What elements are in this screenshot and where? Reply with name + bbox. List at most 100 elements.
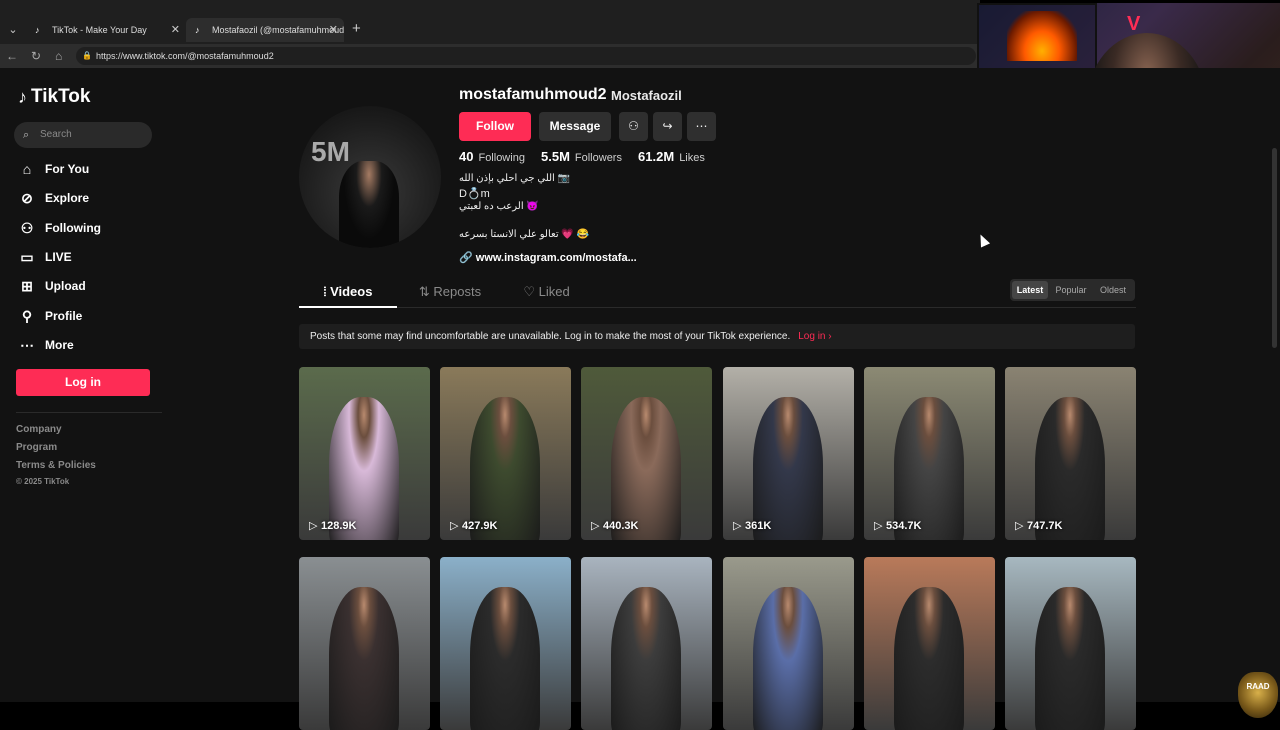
share-icon[interactable]: ↪ (653, 112, 682, 141)
view-count: 534.7K (886, 520, 922, 532)
home-icon[interactable]: ⌂ (55, 48, 62, 64)
thumbnail-figure (329, 397, 399, 540)
profile-nickname: Mostafaozil (611, 88, 682, 103)
sidebar-item-label: Profile (45, 309, 83, 323)
new-tab-plus-icon[interactable]: + (352, 20, 361, 37)
sidebar-item-for-you[interactable]: ⌂ For You (18, 157, 158, 181)
notice-login-label: Log in (798, 331, 826, 342)
bio-link-text: www.instagram.com/mostafa... (475, 252, 637, 264)
play-icon: ▷ (874, 520, 883, 532)
sidebar-item-profile[interactable]: ⚲ Profile (18, 304, 158, 328)
close-tab-icon[interactable]: ✕ (171, 18, 180, 42)
address-bar-row: ← ↻ ⌂ 🔒 https://www.tiktok.com/@mostafam… (0, 44, 980, 68)
person-icon: ⚲ (21, 308, 33, 324)
watermark-text: RAAD (1246, 682, 1270, 691)
footer-link-terms[interactable]: Terms & Policies (16, 460, 96, 471)
footer-link-company[interactable]: Company (16, 424, 62, 435)
avatar[interactable]: 5M (299, 106, 441, 248)
video-card[interactable] (1005, 557, 1136, 730)
tab-videos[interactable]: ⦙ Videos (299, 276, 397, 308)
bio-line: تعالو علي الانستا بسرعه 💗 😂 (459, 229, 590, 240)
raad-watermark-logo: RAAD (1238, 672, 1278, 718)
thumbnail-figure (894, 397, 964, 540)
profile-username: mostafamuhmoud2 (459, 86, 607, 103)
tab-label: Videos (330, 284, 373, 299)
login-button[interactable]: Log in (16, 369, 150, 396)
follow-button[interactable]: Follow (459, 112, 531, 141)
sidebar-item-following[interactable]: ⚇ Following (18, 216, 158, 240)
site-info-icon[interactable]: 🔒 (82, 47, 92, 65)
thumbnail-figure (611, 587, 681, 730)
followers-label[interactable]: Followers (575, 152, 622, 164)
play-icon: ▷ (733, 520, 742, 532)
browser-tab-bar: ⌄ ♪ TikTok - Make Your Day ✕ ♪ Mostafaoz… (0, 0, 980, 44)
repost-icon: ⇅ (418, 284, 434, 299)
tab-liked[interactable]: ♡ Liked (504, 276, 589, 308)
footer-link-program[interactable]: Program (16, 442, 57, 453)
tiktok-page: ♪ TikTok ⌕ Search ⌂ For You ⊘ Explore ⚇ Fol… (0, 68, 1280, 730)
thumbnail-figure (470, 587, 540, 730)
sidebar-item-upload[interactable]: ⊞ Upload (18, 274, 158, 298)
sidebar-item-label: For You (45, 162, 90, 176)
tiktok-logo[interactable]: ♪ TikTok (18, 86, 90, 108)
tab-list-chevron-icon[interactable]: ⌄ (4, 21, 22, 39)
thumbnail-figure (894, 587, 964, 730)
sidebar-item-more[interactable]: ⋯ More (18, 333, 158, 357)
avatar-figure (339, 161, 399, 248)
sort-popular[interactable]: Popular (1052, 281, 1090, 299)
search-input[interactable]: ⌕ Search (14, 122, 152, 148)
video-card[interactable]: ▷ 427.9K (440, 367, 571, 540)
tab-reposts[interactable]: ⇅ Reposts (404, 276, 496, 308)
sort-latest[interactable]: Latest (1012, 281, 1048, 299)
video-card[interactable] (440, 557, 571, 730)
sidebar-item-label: More (45, 338, 74, 352)
back-arrow-icon[interactable]: ← (6, 48, 18, 64)
video-card[interactable]: ▷ 747.7K (1005, 367, 1136, 540)
play-icon: ▷ (591, 520, 600, 532)
video-card[interactable] (864, 557, 995, 730)
browser-tab-2[interactable]: ♪ Mostafaozil (@mostafamuhmoud2 ✕ (186, 18, 344, 42)
reload-icon[interactable]: ↻ (31, 48, 41, 64)
bio-line: D💍m (459, 188, 490, 200)
search-placeholder: Search (40, 129, 72, 140)
sidebar: ♪ TikTok ⌕ Search ⌂ For You ⊘ Explore ⚇ Fol… (0, 68, 165, 702)
bio-line: الرعب ده لعبتي 😈 (459, 201, 539, 212)
close-tab-icon[interactable]: ✕ (329, 18, 338, 42)
view-count: 128.9K (321, 520, 357, 532)
video-card[interactable] (723, 557, 854, 730)
view-count: 361K (745, 520, 772, 532)
suggested-accounts-icon[interactable]: ⚇ (619, 112, 648, 141)
play-icon: ▷ (309, 520, 318, 532)
following-label[interactable]: Following (478, 152, 524, 164)
tiktok-favicon-icon: ♪ (195, 25, 200, 35)
likes-label: Likes (679, 152, 705, 164)
sort-segmented-control: Latest Popular Oldest (1010, 279, 1135, 301)
bio-link[interactable]: 🔗 www.instagram.com/mostafa... (459, 251, 637, 264)
home-icon: ⌂ (22, 161, 32, 177)
notice-text: Posts that some may find uncomfortable a… (310, 331, 791, 342)
more-options-icon[interactable]: ⋯ (687, 112, 716, 141)
video-card[interactable]: ▷ 361K (723, 367, 854, 540)
url-text: https://www.tiktok.com/@mostafamuhmoud2 (96, 51, 274, 61)
video-card[interactable]: ▷ 534.7K (864, 367, 995, 540)
notice-login-link[interactable]: Log in › (798, 331, 831, 342)
sidebar-item-label: Upload (45, 279, 86, 293)
url-field[interactable]: 🔒 https://www.tiktok.com/@mostafamuhmoud… (76, 47, 976, 65)
sidebar-item-explore[interactable]: ⊘ Explore (18, 186, 158, 210)
thumbnail-figure (1035, 397, 1105, 540)
video-card[interactable]: ▷ 440.3K (581, 367, 712, 540)
likes-count: 61.2M (638, 149, 675, 164)
sort-oldest[interactable]: Oldest (1094, 281, 1132, 299)
browser-tab-1[interactable]: ♪ TikTok - Make Your Day ✕ (26, 18, 186, 42)
video-card[interactable]: ▷ 128.9K (299, 367, 430, 540)
plus-square-icon: ⊞ (21, 278, 33, 294)
play-icon: ▷ (450, 520, 459, 532)
message-button[interactable]: Message (539, 112, 611, 141)
following-count: 40 (459, 149, 474, 164)
sidebar-item-live[interactable]: ▭ LIVE (18, 245, 158, 269)
video-card[interactable] (581, 557, 712, 730)
video-card[interactable] (299, 557, 430, 730)
page-scrollbar[interactable] (1272, 148, 1277, 348)
thumbnail-figure (753, 397, 823, 540)
tab-title: Mostafaozil (@mostafamuhmoud2 (212, 25, 344, 35)
